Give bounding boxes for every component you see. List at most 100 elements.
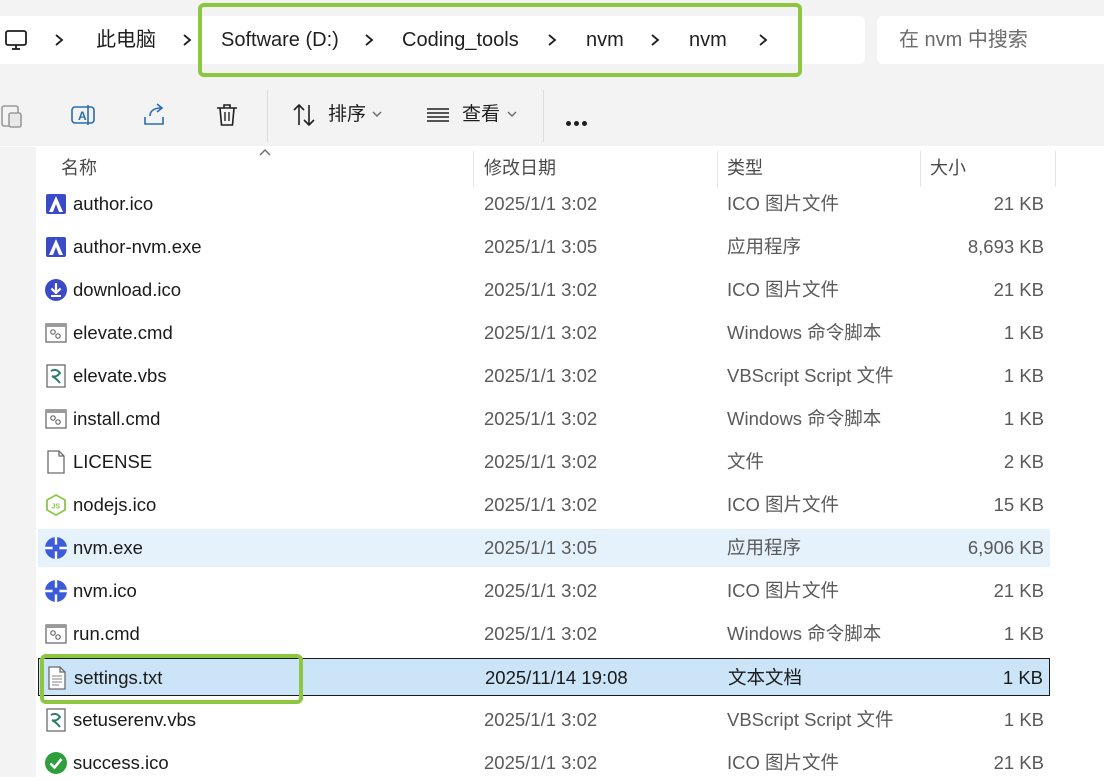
- breadcrumb-coding-tools[interactable]: Coding_tools: [402, 26, 519, 54]
- breadcrumb[interactable]: 此电脑 Software (D:) Coding_tools nvm nvm: [0, 16, 865, 64]
- view-button[interactable]: 查看: [462, 102, 500, 128]
- author-icon: [44, 192, 68, 216]
- breadcrumb-nvm-current[interactable]: nvm: [689, 26, 727, 54]
- sort-button[interactable]: 排序: [328, 102, 366, 128]
- file-name[interactable]: author-nvm.exe: [73, 228, 202, 266]
- file-name[interactable]: nodejs.ico: [73, 486, 156, 524]
- file-type: Windows 命令脚本: [727, 408, 882, 429]
- navigation-pane-edge: [0, 147, 36, 777]
- search-input[interactable]: 在 nvm 中搜索: [899, 26, 1028, 54]
- file-row[interactable]: LICENSE 2025/1/1 3:02 文件 2 KB: [38, 443, 1050, 481]
- file-name[interactable]: nvm.exe: [73, 529, 143, 567]
- file-size: 1 KB: [1003, 623, 1044, 644]
- column-header-size[interactable]: 大小: [930, 147, 966, 189]
- search-box[interactable]: 在 nvm 中搜索: [877, 16, 1104, 64]
- vbs-file-icon: [44, 708, 68, 732]
- column-separator[interactable]: [920, 151, 921, 187]
- chevron-right-icon[interactable]: [648, 28, 662, 52]
- file-type: 文件: [727, 451, 765, 472]
- rename-icon[interactable]: A: [69, 101, 97, 129]
- file-type: ICO 图片文件: [727, 279, 840, 300]
- nodejs-icon: JS: [44, 493, 68, 517]
- file-name[interactable]: LICENSE: [73, 443, 152, 481]
- chevron-right-icon[interactable]: [756, 28, 770, 52]
- success-icon: [44, 751, 68, 775]
- chevron-right-icon[interactable]: [362, 28, 376, 52]
- chevron-down-icon[interactable]: [507, 108, 517, 120]
- nvm-icon: [44, 536, 68, 560]
- more-options-icon[interactable]: [566, 113, 590, 131]
- file-row[interactable]: setuserenv.vbs 2025/1/1 3:02 VBScript Scri…: [38, 701, 1050, 739]
- file-type: VBScript Script 文件: [727, 709, 894, 730]
- sort-ascending-icon: [259, 149, 271, 156]
- file-modified-date: 2025/1/1 3:02: [484, 193, 598, 214]
- file-row[interactable]: nvm.ico 2025/1/1 3:02 ICO 图片文件 21 KB: [38, 572, 1050, 610]
- chevron-down-icon[interactable]: [372, 108, 382, 120]
- file-size: 21 KB: [993, 193, 1044, 214]
- file-row[interactable]: JS nodejs.ico 2025/1/1 3:02 ICO 图片文件 15 KB: [38, 486, 1050, 524]
- nvm-icon: [44, 579, 68, 603]
- this-pc-icon[interactable]: [4, 28, 28, 52]
- file-type: ICO 图片文件: [727, 580, 840, 601]
- file-size: 1 KB: [1002, 667, 1043, 688]
- column-header-type[interactable]: 类型: [727, 147, 763, 189]
- file-row[interactable]: nvm.exe 2025/1/1 3:05 应用程序 6,906 KB: [38, 529, 1050, 567]
- view-icon[interactable]: [424, 101, 452, 129]
- file-row[interactable]: author.ico 2025/1/1 3:02 ICO 图片文件 21 KB: [38, 185, 1050, 223]
- file-name[interactable]: author.ico: [73, 185, 153, 223]
- chevron-right-icon[interactable]: [545, 28, 559, 52]
- file-modified-date: 2025/11/14 19:08: [485, 667, 628, 688]
- vbs-file-icon: [44, 364, 68, 388]
- breadcrumb-this-pc[interactable]: 此电脑: [96, 26, 156, 54]
- file-row[interactable]: install.cmd 2025/1/1 3:02 Windows 命令脚本 1 KB: [38, 400, 1050, 438]
- share-icon[interactable]: [141, 101, 169, 129]
- file-name[interactable]: elevate.vbs: [73, 357, 167, 395]
- file-row[interactable]: download.ico 2025/1/1 3:02 ICO 图片文件 21 KB: [38, 271, 1050, 309]
- file-size: 1 KB: [1003, 709, 1044, 730]
- file-name[interactable]: setuserenv.vbs: [73, 701, 196, 739]
- file-size: 6,906 KB: [967, 537, 1044, 558]
- file-list-pane: 名称 修改日期 类型 大小 author.ico 2025/1/1 3:02 ICO…: [0, 147, 1104, 777]
- column-separator[interactable]: [717, 151, 718, 187]
- file-type: 文本文档: [728, 667, 803, 688]
- file-row[interactable]: author-nvm.exe 2025/1/1 3:05 应用程序 8,693 KB: [38, 228, 1050, 266]
- file-size: 21 KB: [993, 752, 1044, 773]
- file-name[interactable]: success.ico: [73, 744, 169, 782]
- file-name[interactable]: settings.txt: [74, 659, 162, 697]
- file-row[interactable]: run.cmd 2025/1/1 3:02 Windows 命令脚本 1 KB: [38, 615, 1050, 653]
- file-name[interactable]: install.cmd: [73, 400, 160, 438]
- file-type: 应用程序: [727, 236, 802, 257]
- text-file-icon: [45, 666, 69, 690]
- chevron-right-icon[interactable]: [52, 28, 66, 52]
- file-modified-date: 2025/1/1 3:02: [484, 408, 598, 429]
- file-row[interactable]: elevate.cmd 2025/1/1 3:02 Windows 命令脚本 1 KB: [38, 314, 1050, 352]
- column-separator[interactable]: [1055, 151, 1056, 187]
- toolbar-divider: [267, 90, 268, 142]
- chevron-right-icon[interactable]: [180, 28, 194, 52]
- file-row[interactable]: success.ico 2025/1/1 3:02 ICO 图片文件 21 KB: [38, 744, 1050, 782]
- breadcrumb-nvm[interactable]: nvm: [586, 26, 624, 54]
- column-header-name[interactable]: 名称: [61, 147, 97, 189]
- file-size: 1 KB: [1003, 322, 1044, 343]
- file-row[interactable]: elevate.vbs 2025/1/1 3:02 VBScript Script …: [38, 357, 1050, 395]
- file-name[interactable]: download.ico: [73, 271, 181, 309]
- file-size: 1 KB: [1003, 365, 1044, 386]
- delete-icon[interactable]: [213, 101, 241, 129]
- file-name[interactable]: nvm.ico: [73, 572, 137, 610]
- file-modified-date: 2025/1/1 3:05: [484, 236, 598, 257]
- sort-icon[interactable]: [290, 101, 318, 129]
- column-header-date[interactable]: 修改日期: [484, 147, 556, 189]
- command-bar: A 排序 查看: [0, 84, 1104, 146]
- address-bar: 此电脑 Software (D:) Coding_tools nvm nvm 在…: [0, 0, 1104, 84]
- file-type: VBScript Script 文件: [727, 365, 894, 386]
- file-size: 1 KB: [1003, 408, 1044, 429]
- file-name[interactable]: run.cmd: [73, 615, 140, 653]
- file-modified-date: 2025/1/1 3:02: [484, 279, 598, 300]
- file-name[interactable]: elevate.cmd: [73, 314, 173, 352]
- column-separator[interactable]: [473, 151, 474, 187]
- file-row[interactable]: settings.txt 2025/11/14 19:08 文本文档 1 KB: [38, 658, 1050, 696]
- toolbar-divider: [543, 90, 544, 142]
- breadcrumb-software-drive[interactable]: Software (D:): [221, 26, 339, 54]
- file-modified-date: 2025/1/1 3:02: [484, 494, 598, 515]
- paste-icon[interactable]: [0, 101, 26, 129]
